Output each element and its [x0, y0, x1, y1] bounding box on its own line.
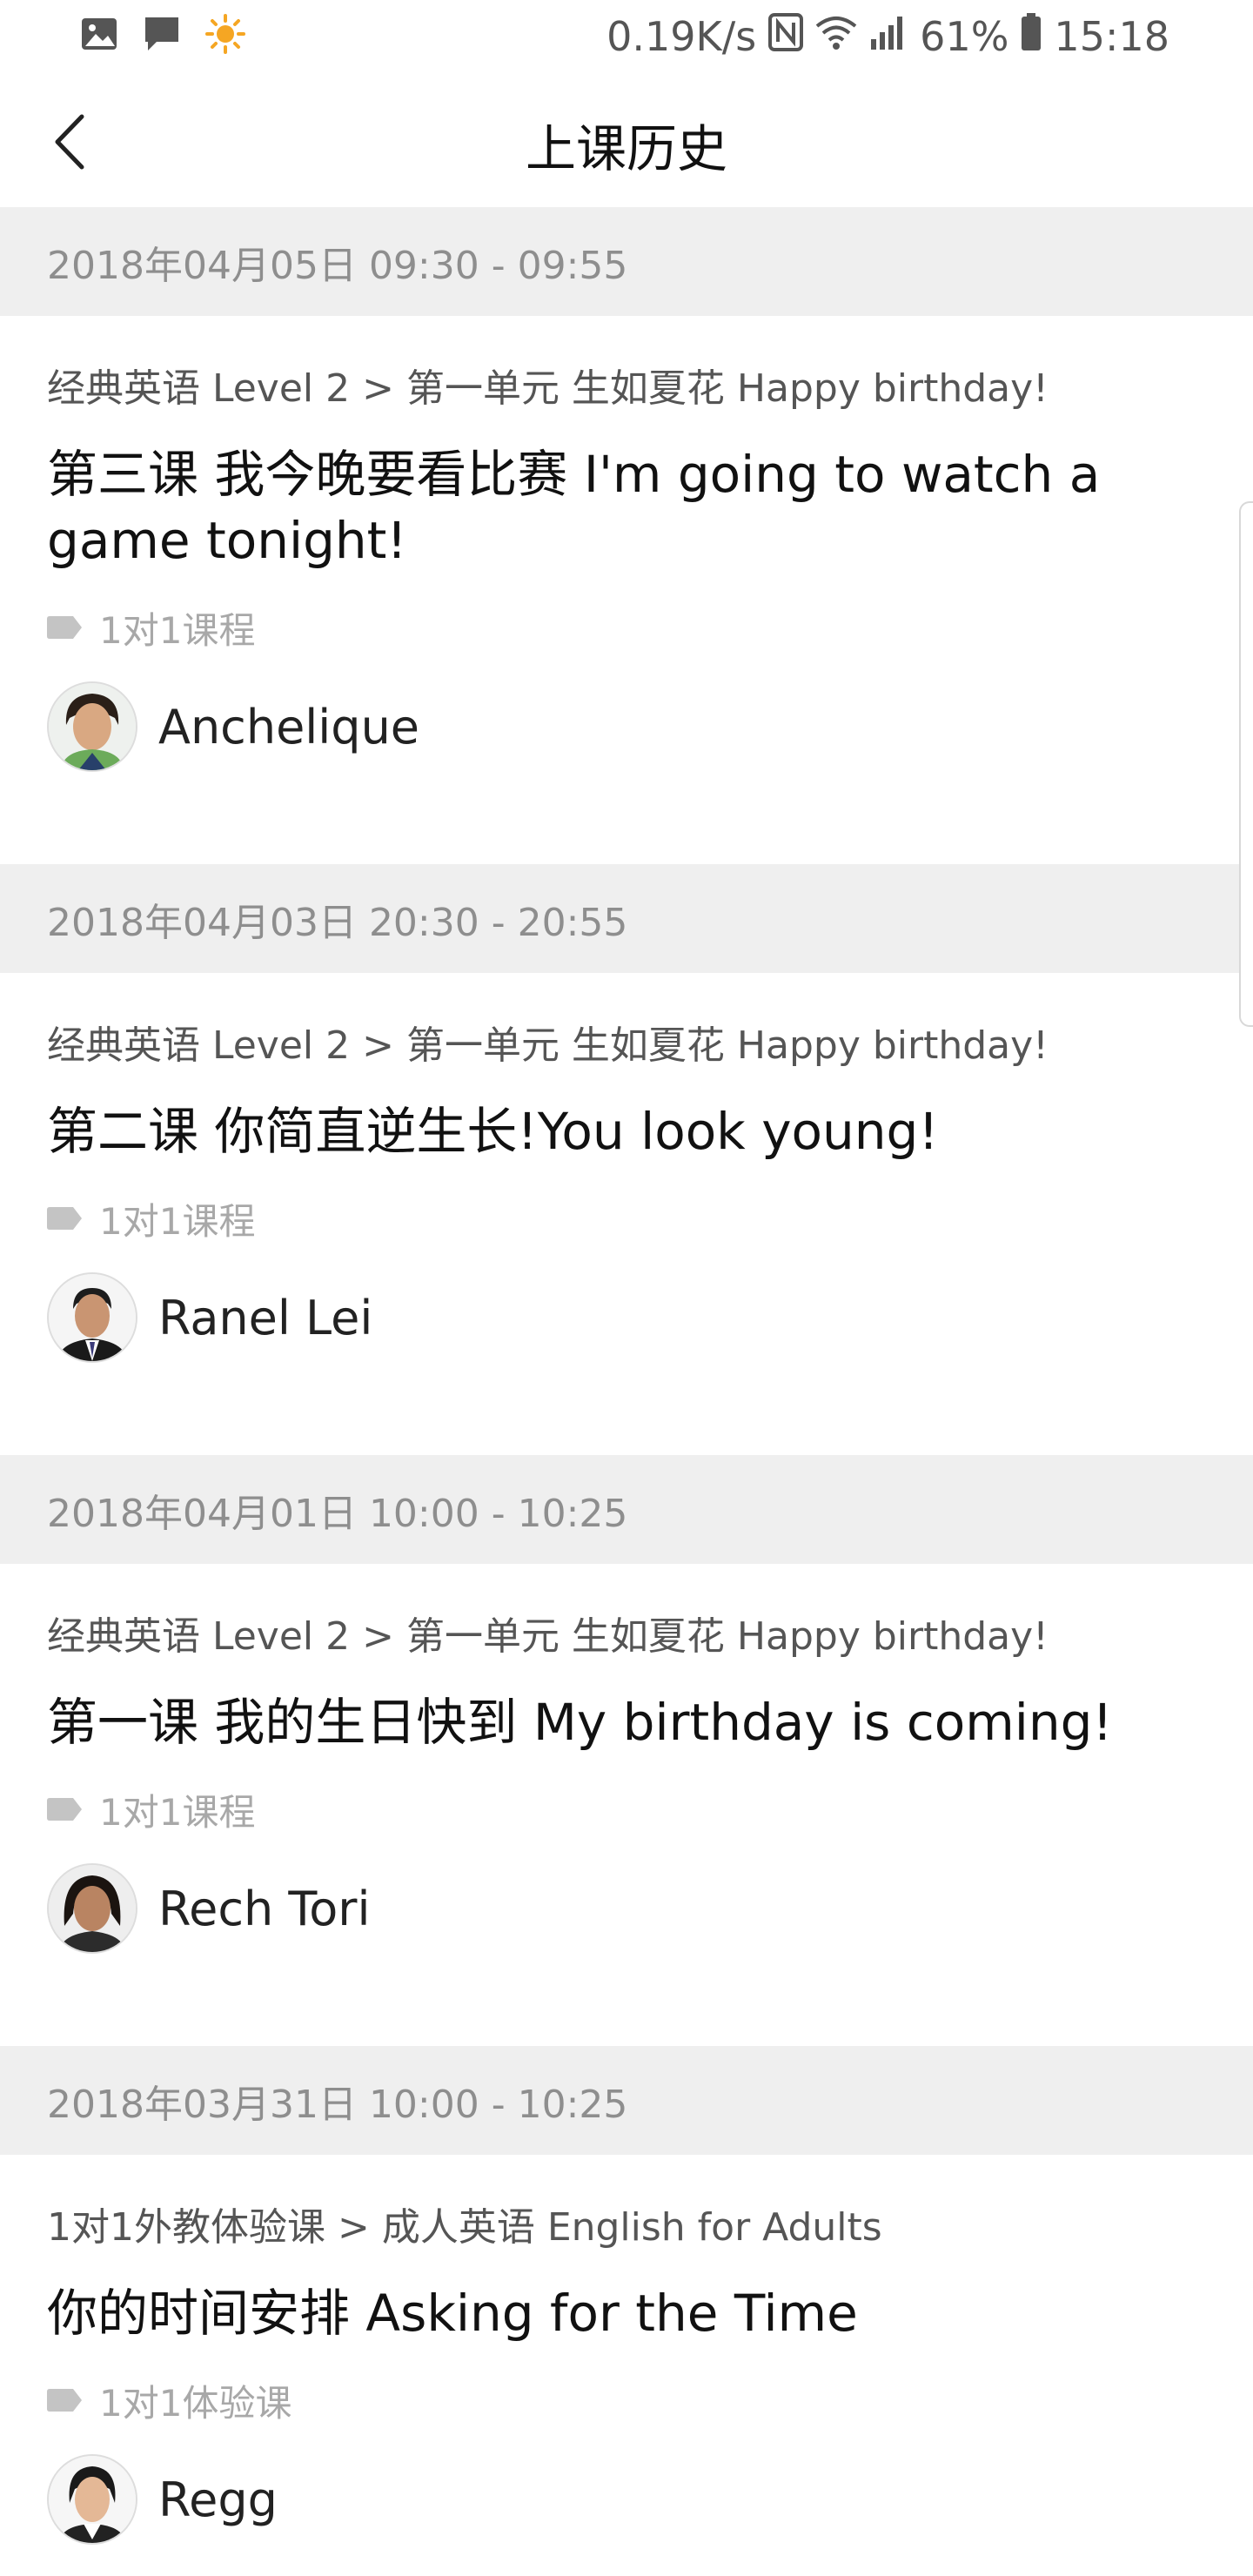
lesson-type-label: 1对1课程 [99, 608, 256, 652]
lesson-date-header: 2018年04月05日 09:30 - 09:55 [0, 207, 1253, 316]
signal-icon [869, 13, 908, 61]
lesson-card[interactable]: 经典英语 Level 2 > 第一单元 生如夏花 Happy birthday!… [0, 1564, 1253, 2046]
lesson-type-label: 1对1课程 [99, 1199, 256, 1243]
teacher-avatar [47, 1863, 137, 1954]
tag-icon [47, 616, 82, 639]
lesson-title: 第二课 你简直逆生长!You look young! [47, 1102, 939, 1161]
lesson-type-tag: 1对1课程 [47, 1785, 1206, 1834]
lesson-type-label: 1对1课程 [99, 1790, 256, 1834]
lesson-type-tag: 1对1课程 [47, 603, 1206, 652]
tag-icon [47, 1798, 82, 1821]
teacher-avatar [47, 2454, 137, 2545]
teacher-row[interactable]: Rech Tori [47, 1863, 1206, 1983]
gallery-icon [80, 17, 118, 55]
lesson-title: 你的时间安排 Asking for the Time [47, 2284, 858, 2343]
tag-icon [47, 2389, 82, 2412]
lesson-title: 第三课 我今晚要看比赛 I'm going to watch a game to… [47, 445, 1101, 570]
lesson-type-tag: 1对1课程 [47, 1194, 1206, 1243]
tag-icon [47, 1207, 82, 1230]
screen: 0.19K/s 61% 15:18 上课历史 2018年04月05日 09:30… [0, 0, 1253, 2576]
status-right: 0.19K/s 61% 15:18 [606, 9, 1169, 64]
lesson-date-header: 2018年03月31日 10:00 - 10:25 [0, 2046, 1253, 2155]
lesson-type-tag: 1对1体验课 [47, 2376, 1206, 2425]
wifi-icon [815, 13, 857, 60]
lesson-course-path: 经典英语 Level 2 > 第一单元 生如夏花 Happy birthday! [47, 366, 1049, 411]
teacher-row[interactable]: Regg [47, 2454, 1206, 2574]
weather-sun-icon [205, 14, 245, 57]
message-icon [143, 15, 181, 57]
app-header: 上课历史 [0, 73, 1253, 209]
network-speed: 0.19K/s [606, 13, 757, 60]
lesson-date-header: 2018年04月03日 20:30 - 20:55 [0, 864, 1253, 973]
teacher-row[interactable]: Anchelique [47, 681, 1206, 802]
teacher-avatar [47, 681, 137, 772]
lesson-history-list: 2018年04月05日 09:30 - 09:55 经典英语 Level 2 >… [0, 207, 1253, 2576]
clock: 15:18 [1054, 13, 1169, 60]
lesson-card[interactable]: 经典英语 Level 2 > 第一单元 生如夏花 Happy birthday!… [0, 973, 1253, 1455]
battery-percent: 61% [920, 13, 1009, 60]
lesson-card[interactable]: 1对1外教体验课 > 成人英语 English for Adults 你的时间安… [0, 2155, 1253, 2576]
lesson-course-path: 1对1外教体验课 > 成人英语 English for Adults [47, 2205, 882, 2250]
status-left-icons [80, 14, 245, 57]
status-bar: 0.19K/s 61% 15:18 [0, 0, 1253, 73]
page-title: 上课历史 [525, 119, 727, 178]
battery-icon [1021, 12, 1042, 61]
lesson-date-header: 2018年04月01日 10:00 - 10:25 [0, 1455, 1253, 1564]
lesson-course-path: 经典英语 Level 2 > 第一单元 生如夏花 Happy birthday! [47, 1614, 1049, 1659]
teacher-name: Rech Tori [158, 1881, 371, 1936]
teacher-row[interactable]: Ranel Lei [47, 1272, 1206, 1392]
nfc-icon [768, 12, 804, 61]
teacher-name: Regg [158, 2472, 278, 2527]
teacher-avatar [47, 1272, 137, 1363]
lesson-course-path: 经典英语 Level 2 > 第一单元 生如夏花 Happy birthday! [47, 1023, 1049, 1068]
side-edge-handle[interactable] [1239, 501, 1253, 1027]
lesson-type-label: 1对1体验课 [99, 2381, 292, 2425]
lesson-card[interactable]: 经典英语 Level 2 > 第一单元 生如夏花 Happy birthday!… [0, 316, 1253, 864]
lesson-title: 第一课 我的生日快到 My birthday is coming! [47, 1693, 1113, 1752]
teacher-name: Anchelique [158, 699, 420, 755]
teacher-name: Ranel Lei [158, 1290, 373, 1345]
